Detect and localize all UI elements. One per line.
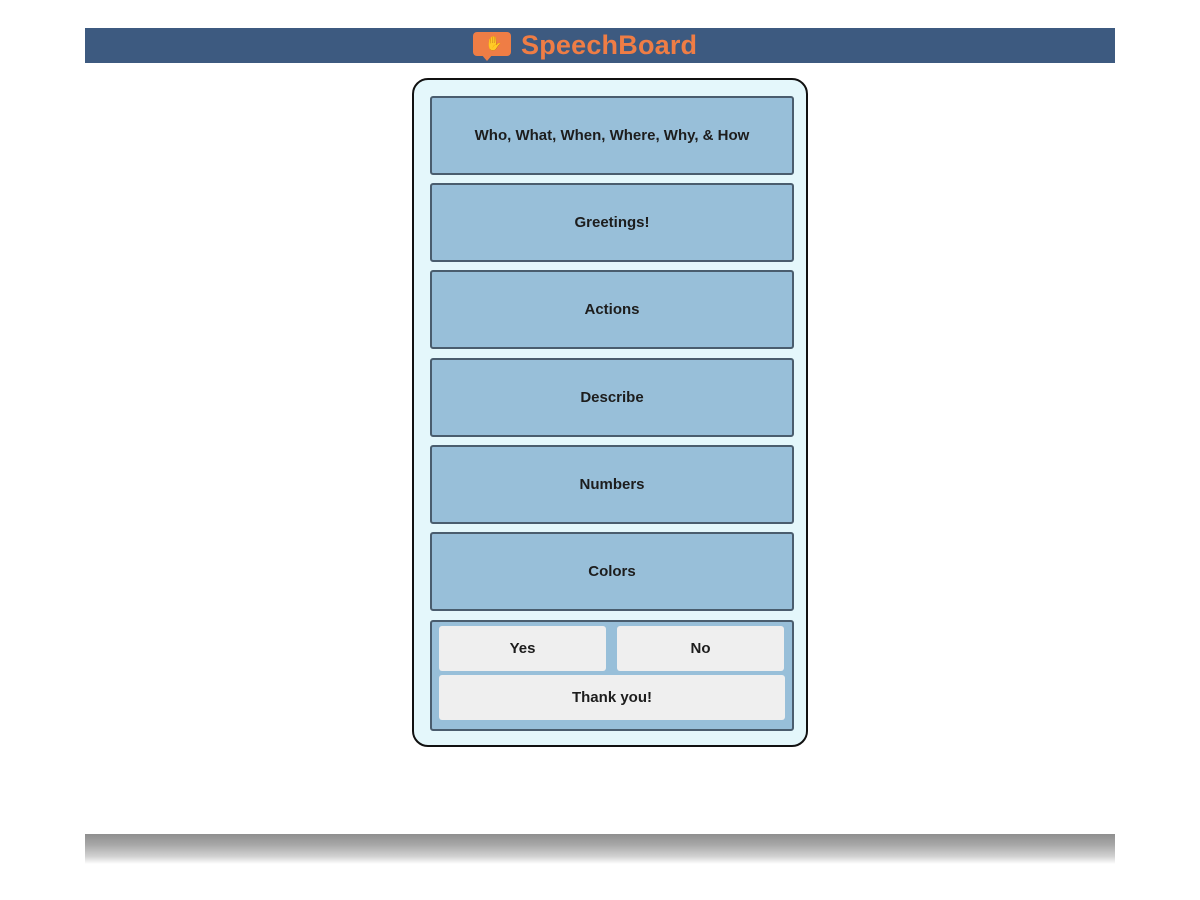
speech-board-panel: Who, What, When, Where, Why, & How Greet… (412, 78, 808, 747)
category-wh-questions-button[interactable]: Who, What, When, Where, Why, & How (430, 96, 794, 175)
yes-button[interactable]: Yes (439, 626, 606, 671)
category-actions-button[interactable]: Actions (430, 270, 794, 349)
quick-phrases-panel: Yes No Thank you! (430, 620, 794, 731)
speech-bubble-hand-icon: ✋ (473, 31, 511, 61)
thank-you-button[interactable]: Thank you! (439, 675, 785, 720)
category-describe-button[interactable]: Describe (430, 358, 794, 437)
category-colors-button[interactable]: Colors (430, 532, 794, 611)
brand-name: SpeechBoard (521, 30, 698, 60)
category-numbers-button[interactable]: Numbers (430, 445, 794, 524)
footer-shadow-bar (85, 834, 1115, 864)
category-greetings-button[interactable]: Greetings! (430, 183, 794, 262)
brand[interactable]: ✋ SpeechBoard (473, 28, 697, 63)
no-button[interactable]: No (617, 626, 784, 671)
